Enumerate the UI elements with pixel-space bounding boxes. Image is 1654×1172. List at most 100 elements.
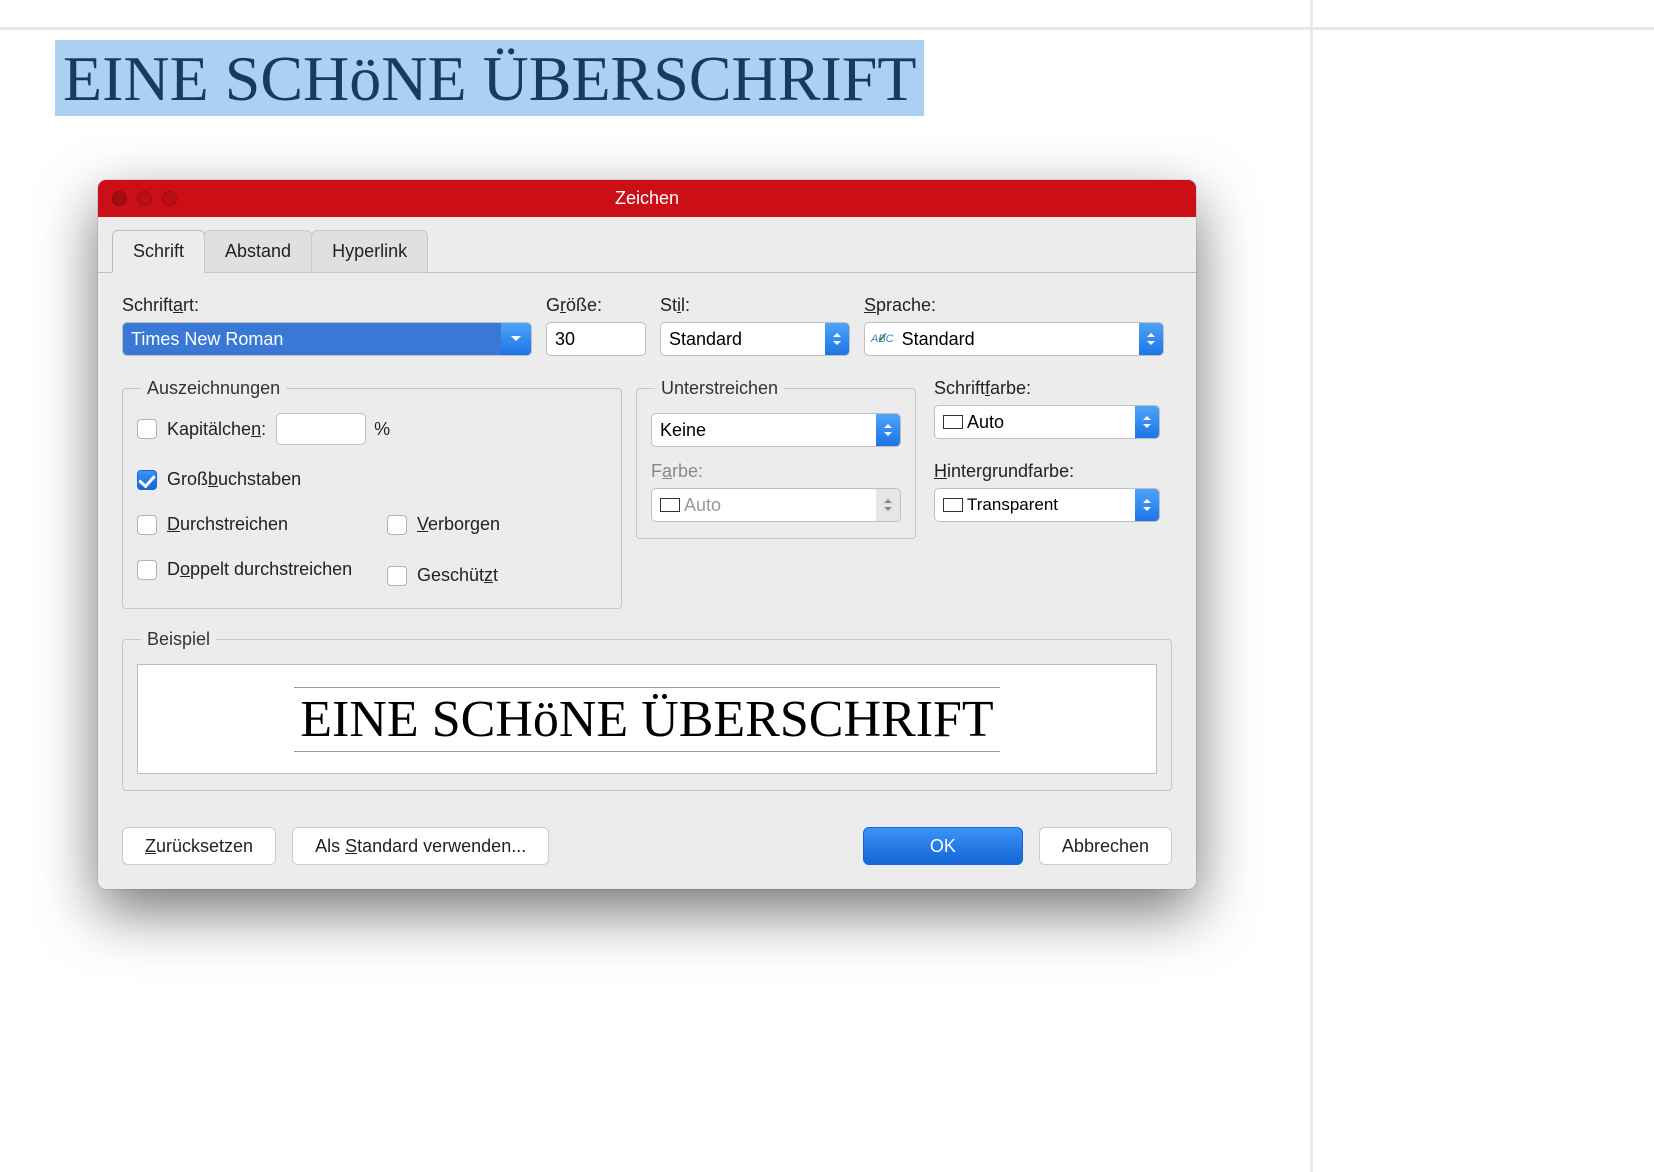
dialog-panel: Schriftart: Größe: Stil:: [98, 273, 1196, 809]
size-input[interactable]: [547, 323, 646, 355]
chevron-up-icon: [832, 332, 842, 338]
style-label: Stil:: [660, 295, 850, 316]
chevron-up-icon: [1142, 498, 1152, 504]
chevron-down-icon: [1142, 506, 1152, 512]
doppelt-checkbox[interactable]: [137, 560, 157, 580]
doppelt-row: Doppelt durchstreichen: [137, 559, 387, 580]
tab-abstand[interactable]: Abstand: [204, 230, 312, 273]
geschuetzt-label: Geschützt: [417, 565, 498, 586]
unterstreichen-value: Keine: [652, 414, 876, 446]
language-select[interactable]: ABC Standard: [864, 322, 1164, 356]
language-dropdown-button[interactable]: [1139, 323, 1163, 355]
tab-schrift[interactable]: Schrift: [112, 230, 205, 273]
font-row: Schriftart: Größe: Stil:: [122, 295, 1172, 356]
spellcheck-icon: ABC: [865, 323, 894, 355]
example-legend: Beispiel: [141, 629, 216, 650]
auszeichnungen-legend: Auszeichnungen: [141, 378, 286, 399]
language-value: Standard: [894, 323, 1139, 355]
durchstreichen-checkbox[interactable]: [137, 515, 157, 535]
set-default-button[interactable]: Als Standard verwenden...: [292, 827, 549, 865]
hintergrundfarbe-value: Transparent: [935, 489, 1135, 521]
grossbuchstaben-checkbox[interactable]: [137, 470, 157, 490]
example-group: Beispiel EINE SCHöNE ÜBERSCHRIFT: [122, 629, 1172, 791]
font-label: Schriftart:: [122, 295, 532, 316]
hintergrundfarbe-group: Hintergrundfarbe: Transparent: [930, 461, 1160, 522]
unterstreichen-select[interactable]: Keine: [651, 413, 901, 447]
example-text: EINE SCHöNE ÜBERSCHRIFT: [294, 687, 999, 752]
kapitaelchen-spinner[interactable]: [276, 413, 366, 445]
style-dropdown-button[interactable]: [825, 323, 849, 355]
font-combo[interactable]: [122, 322, 532, 356]
language-label: Sprache:: [864, 295, 1164, 316]
ok-button[interactable]: OK: [863, 827, 1023, 865]
style-value: Standard: [661, 323, 825, 355]
schriftfarbe-value: Auto: [935, 406, 1135, 438]
dialog-title: Zeichen: [98, 188, 1196, 209]
durchstreichen-label: Durchstreichen: [167, 514, 288, 535]
color-swatch-icon: [943, 415, 963, 429]
page-edge-top: [0, 27, 1654, 30]
color-swatch-icon: [660, 498, 680, 512]
durchstreichen-row: Durchstreichen: [137, 514, 387, 535]
schriftfarbe-dropdown-button[interactable]: [1135, 406, 1159, 438]
hintergrundfarbe-select[interactable]: Transparent: [934, 488, 1160, 522]
chevron-up-icon: [883, 498, 893, 504]
document-heading[interactable]: EINE SCHöNE ÜBERSCHRIFT: [55, 40, 924, 116]
kapitaelchen-row: Kapitälchen: %: [137, 413, 387, 445]
color-swatch-icon: [943, 498, 963, 512]
geschuetzt-checkbox[interactable]: [387, 566, 407, 586]
chevron-down-icon: [1142, 423, 1152, 429]
kapitaelchen-label: Kapitälchen:: [167, 419, 266, 440]
language-field: Sprache: ABC Standard: [864, 295, 1164, 356]
chevron-up-icon: [883, 423, 893, 429]
style-field: Stil: Standard: [660, 295, 850, 356]
verborgen-row: Verborgen: [387, 514, 607, 535]
dialog-tabs: Schrift Abstand Hyperlink: [98, 217, 1196, 273]
schriftfarbe-group: Schriftfarbe: Auto: [930, 378, 1160, 439]
chevron-down-icon: [832, 340, 842, 346]
cancel-button[interactable]: Abbrechen: [1039, 827, 1172, 865]
unterstreichen-legend: Unterstreichen: [655, 378, 784, 399]
chevron-up-icon: [1142, 415, 1152, 421]
example-box: EINE SCHöNE ÜBERSCHRIFT: [137, 664, 1157, 774]
chevron-down-icon: [883, 506, 893, 512]
hintergrundfarbe-label: Hintergrundfarbe:: [934, 461, 1160, 482]
verborgen-checkbox[interactable]: [387, 515, 407, 535]
tab-hyperlink[interactable]: Hyperlink: [311, 230, 428, 273]
dialog-titlebar[interactable]: Zeichen: [98, 180, 1196, 217]
size-field: Größe:: [546, 295, 646, 356]
grossbuchstaben-row: Großbuchstaben: [137, 469, 387, 490]
size-label: Größe:: [546, 295, 646, 316]
geschuetzt-row: Geschützt: [387, 565, 607, 586]
kapitaelchen-checkbox[interactable]: [137, 419, 157, 439]
schriftfarbe-label: Schriftfarbe:: [934, 378, 1160, 399]
reset-button[interactable]: Zurücksetzen: [122, 827, 276, 865]
farbe-value: Auto: [652, 489, 876, 521]
farbe-dropdown-button: [876, 489, 900, 521]
page-edge-right: [1310, 0, 1313, 1172]
verborgen-label: Verborgen: [417, 514, 500, 535]
unterstreichen-dropdown-button[interactable]: [876, 414, 900, 446]
hintergrundfarbe-dropdown-button[interactable]: [1135, 489, 1159, 521]
grossbuchstaben-label: Großbuchstaben: [167, 469, 301, 490]
size-combo[interactable]: [546, 322, 646, 356]
chevron-up-icon: [1146, 332, 1156, 338]
auszeichnungen-group: Auszeichnungen Kapitälchen:: [122, 378, 622, 609]
doppelt-label: Doppelt durchstreichen: [167, 559, 352, 580]
chevron-down-icon: [1146, 340, 1156, 346]
color-column: Schriftfarbe: Auto Hintergrundfarbe:: [930, 378, 1160, 522]
font-field: Schriftart:: [122, 295, 532, 356]
chevron-down-icon: [883, 431, 893, 437]
font-dropdown-button[interactable]: [501, 323, 531, 355]
font-input[interactable]: [123, 323, 501, 355]
kapitaelchen-spinner-wrap: %: [276, 413, 390, 445]
style-select[interactable]: Standard: [660, 322, 850, 356]
groups-row: Auszeichnungen Kapitälchen:: [122, 378, 1172, 609]
percent-label: %: [374, 419, 390, 440]
farbe-label: Farbe:: [651, 461, 901, 482]
chevron-down-icon: [510, 335, 522, 343]
farbe-select: Auto: [651, 488, 901, 522]
schriftfarbe-select[interactable]: Auto: [934, 405, 1160, 439]
character-dialog: Zeichen Schrift Abstand Hyperlink Schrif…: [98, 180, 1196, 889]
kapitaelchen-input[interactable]: [277, 414, 366, 444]
